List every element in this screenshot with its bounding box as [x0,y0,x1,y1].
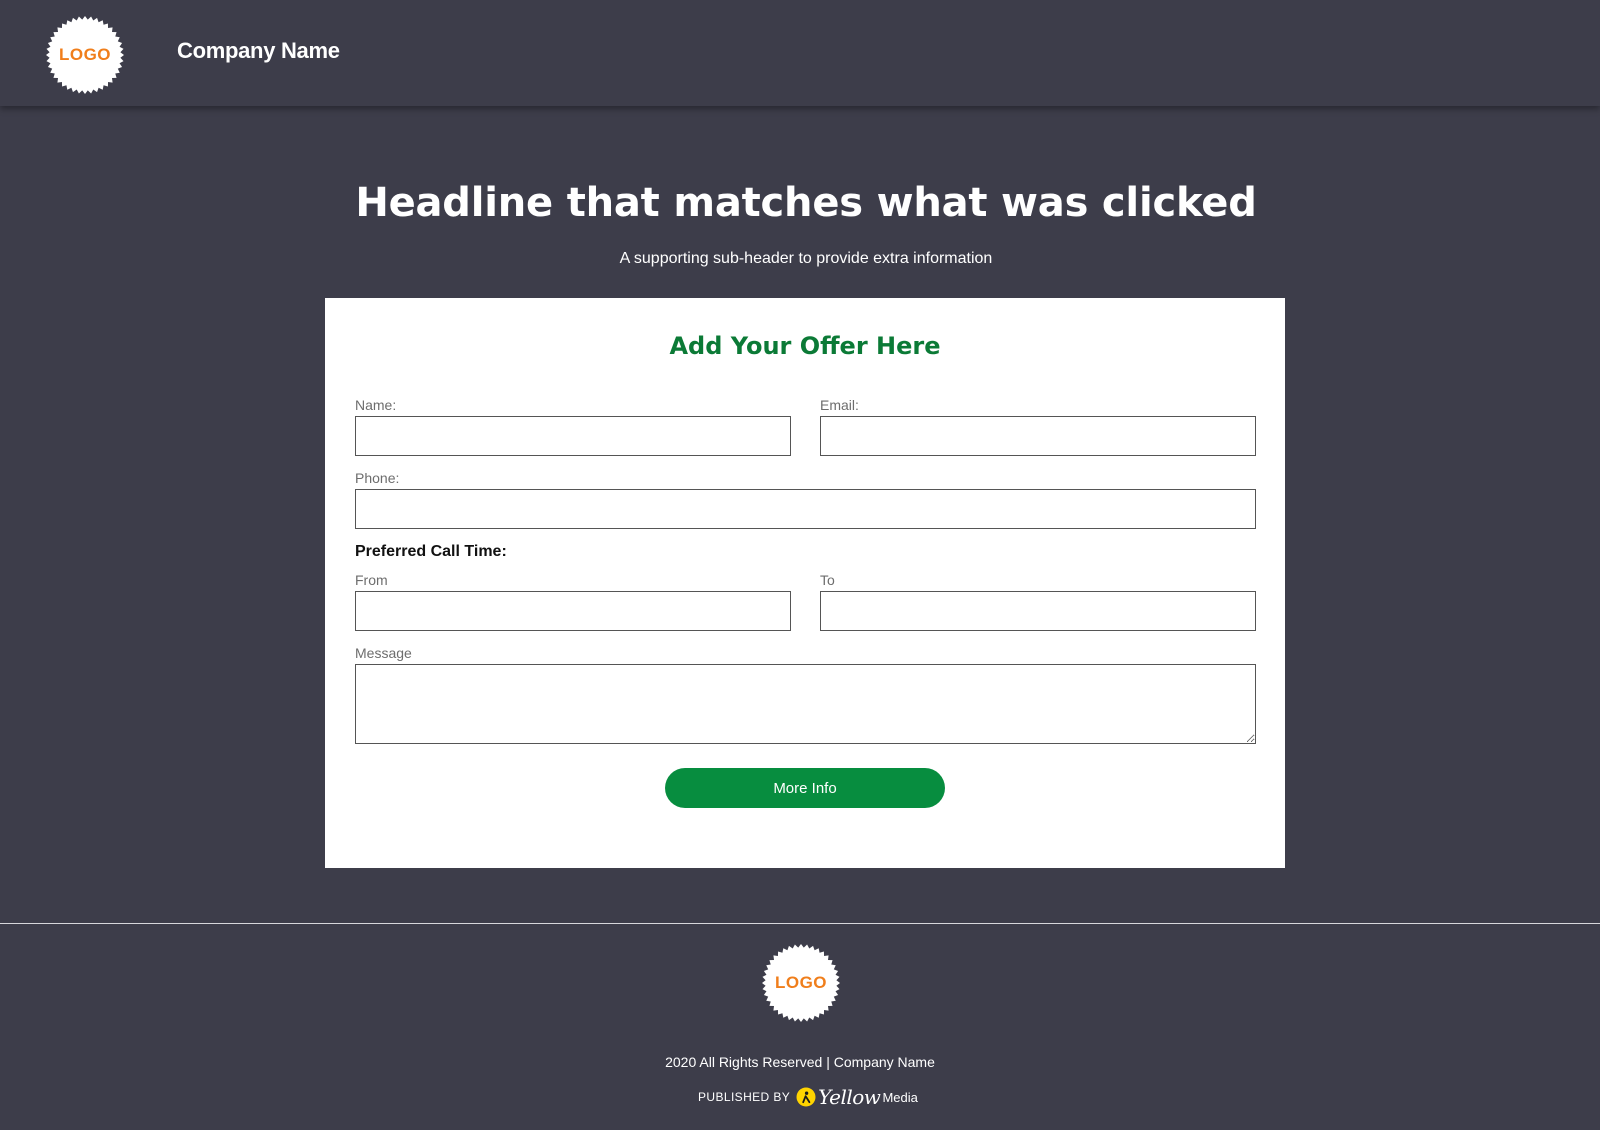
page-subheadline: A supporting sub-header to provide extra… [619,250,993,267]
call-time-from-field[interactable] [355,591,791,631]
footer-divider [0,923,1600,924]
top-navbar: LOGO Company Name [0,0,1600,106]
email-field[interactable] [820,416,1256,456]
walking-fingers-icon [796,1087,816,1107]
published-by-label: PUBLISHED BY [698,1090,791,1104]
lead-form-card: Add Your Offer Here Name: Email: Phone: … [325,298,1285,868]
footer-logo[interactable]: LOGO [762,944,840,1022]
message-textarea[interactable] [355,664,1256,744]
footer-copyright: 2020 All Rights Reserved | Company Name [665,1054,935,1070]
page-headline: Headline that matches what was clicked [355,180,1257,226]
name-label: Name: [355,397,397,413]
from-label: From [355,572,388,588]
call-time-to-field[interactable] [820,591,1256,631]
logo-text: LOGO [774,973,828,992]
logo-text: LOGO [58,45,112,64]
company-name: Company Name [177,38,340,63]
preferred-call-time-heading: Preferred Call Time: [355,543,507,560]
header-logo[interactable]: LOGO [46,16,124,94]
phone-label: Phone: [355,470,400,486]
name-field[interactable] [355,416,791,456]
publisher-brand-suffix: Media [882,1089,918,1105]
email-label: Email: [820,397,859,413]
publisher-brand-name: Yellow [818,1085,881,1109]
published-by[interactable]: PUBLISHED BY Yellow Media [698,1085,918,1109]
to-label: To [820,572,835,588]
message-label: Message [355,645,412,661]
offer-title: Add Your Offer Here [669,332,941,360]
phone-field[interactable] [355,489,1256,529]
more-info-button[interactable]: More Info [665,768,945,808]
